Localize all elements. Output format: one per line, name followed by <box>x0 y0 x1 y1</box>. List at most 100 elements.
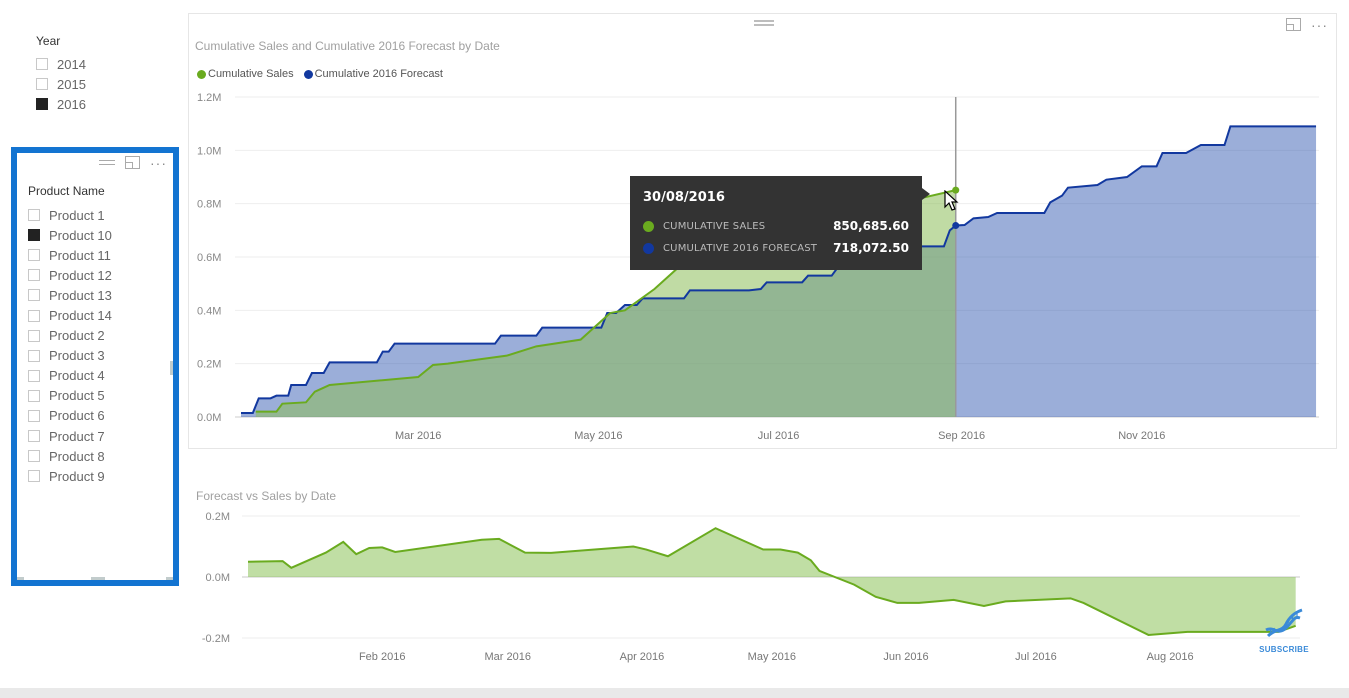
y-tick-label: 0.6M <box>197 252 221 264</box>
product-item-label: Product 12 <box>49 267 112 283</box>
checkbox[interactable] <box>28 329 40 342</box>
forecast-vs-sales-plot[interactable]: -0.2M 0.0M 0.2M Feb 2016 Mar 2016 Apr 2016 May… <box>188 482 1337 678</box>
y-tick-label: 0.8M <box>197 199 221 211</box>
product-item[interactable]: Product 5 <box>28 386 112 406</box>
tooltip-date: 30/08/2016 <box>643 190 725 205</box>
more-options-icon[interactable]: ··· <box>150 156 167 170</box>
y-tick-label: 0.0M <box>197 412 221 424</box>
year-item[interactable]: 2014 <box>36 54 156 74</box>
area-forecast-vs-sales <box>248 528 1296 635</box>
tooltip-row-sales: Cumulative Sales 850,685.60 <box>643 215 909 237</box>
x-tick-label: Apr 2016 <box>620 651 665 663</box>
checkbox[interactable] <box>28 369 40 382</box>
x-tick-label: Mar 2016 <box>485 651 531 663</box>
resize-handle-bottom-right[interactable] <box>166 577 173 580</box>
product-item-label: Product 4 <box>49 368 105 384</box>
x-tick-label: Feb 2016 <box>359 651 405 663</box>
year-item-label: 2014 <box>57 56 86 72</box>
product-item-label: Product 5 <box>49 388 105 404</box>
tooltip-marker <box>643 242 654 254</box>
subscribe-badge[interactable]: SUBSCRIBE <box>1256 606 1312 654</box>
product-item[interactable]: Product 12 <box>28 265 112 285</box>
product-item[interactable]: Product 3 <box>28 346 112 366</box>
product-item[interactable]: Product 11 <box>28 245 112 265</box>
tooltip-value: 850,685.60 <box>833 219 909 233</box>
product-item-label: Product 9 <box>49 468 105 484</box>
product-item[interactable]: Product 9 <box>28 466 112 486</box>
focus-mode-icon[interactable] <box>125 156 140 169</box>
checkbox[interactable] <box>36 58 48 70</box>
x-tick-label: Nov 2016 <box>1118 430 1165 442</box>
product-slicer-list: Product 1 Product 10 Product 11 Product 12 P… <box>28 205 112 486</box>
product-item-label: Product 6 <box>49 408 105 424</box>
page-bottom-bar <box>0 688 1349 698</box>
forecast-vs-sales-visual[interactable]: Forecast vs Sales by Date -0.2M 0.0M 0.2M F… <box>188 482 1337 678</box>
hover-marker <box>952 222 960 230</box>
mouse-cursor-icon <box>944 190 959 211</box>
resize-handle-bottom-left[interactable] <box>17 577 24 580</box>
year-slicer-list: 2014 2015 2016 <box>36 54 156 114</box>
product-slicer-title: Product Name <box>28 184 105 198</box>
drag-grip-icon[interactable] <box>99 160 115 165</box>
y-tick-label: -0.2M <box>202 633 230 645</box>
subscribe-label: SUBSCRIBE <box>1259 645 1309 654</box>
product-item[interactable]: Product 1 <box>28 205 112 225</box>
product-item-label: Product 2 <box>49 328 105 344</box>
checkbox[interactable] <box>28 269 40 282</box>
x-tick-label: Sep 2016 <box>938 430 985 442</box>
product-item[interactable]: Product 2 <box>28 326 112 346</box>
year-item-label: 2016 <box>57 96 86 112</box>
checkbox[interactable] <box>28 249 40 262</box>
dna-icon <box>1265 608 1303 638</box>
x-tick-label: May 2016 <box>574 430 622 442</box>
checkbox[interactable] <box>28 450 40 463</box>
checkbox[interactable] <box>36 98 48 110</box>
checkbox[interactable] <box>28 209 40 222</box>
checkbox[interactable] <box>28 289 40 302</box>
checkbox[interactable] <box>28 349 40 362</box>
tooltip-value: 718,072.50 <box>833 241 909 255</box>
product-item-label: Product 1 <box>49 207 105 223</box>
product-item-label: Product 14 <box>49 308 112 324</box>
checkbox[interactable] <box>28 309 40 322</box>
product-item-label: Product 7 <box>49 428 105 444</box>
report-canvas: Year 2014 2015 2016 ··· Product Name Produ… <box>0 0 1349 688</box>
product-item[interactable]: Product 7 <box>28 426 112 446</box>
product-item[interactable]: Product 6 <box>28 406 112 426</box>
product-item[interactable]: Product 8 <box>28 446 112 466</box>
checkbox[interactable] <box>28 229 40 242</box>
product-item[interactable]: Product 10 <box>28 225 112 245</box>
checkbox[interactable] <box>36 78 48 90</box>
year-item-label: 2015 <box>57 76 86 92</box>
y-tick-label: 0.0M <box>206 572 230 584</box>
x-tick-label: Jun 2016 <box>883 651 928 663</box>
chart-tooltip: 30/08/2016 Cumulative Sales 850,685.60 C… <box>630 176 930 270</box>
tooltip-row-forecast: Cumulative 2016 Forecast 718,072.50 <box>643 237 909 259</box>
x-tick-label: Jul 2016 <box>758 430 800 442</box>
resize-handle-bottom[interactable] <box>91 577 105 580</box>
product-item[interactable]: Product 13 <box>28 285 112 305</box>
year-slicer: Year 2014 2015 2016 <box>36 34 156 114</box>
product-item-label: Product 11 <box>49 247 111 263</box>
x-tick-label: Jul 2016 <box>1015 651 1057 663</box>
y-tick-label: 0.2M <box>197 359 221 371</box>
checkbox[interactable] <box>28 470 40 483</box>
product-item-label: Product 3 <box>49 348 105 364</box>
product-slicer-header: ··· <box>99 156 167 170</box>
product-item-label: Product 10 <box>49 227 112 243</box>
resize-handle-right[interactable] <box>170 361 173 375</box>
checkbox[interactable] <box>28 409 40 422</box>
y-tick-label: 0.2M <box>206 511 230 523</box>
product-item[interactable]: Product 14 <box>28 305 112 325</box>
x-tick-label: Aug 2016 <box>1147 651 1194 663</box>
y-tick-label: 1.2M <box>197 92 221 104</box>
product-item-label: Product 13 <box>49 287 112 303</box>
checkbox[interactable] <box>28 430 40 443</box>
y-tick-label: 1.0M <box>197 145 221 157</box>
checkbox[interactable] <box>28 389 40 402</box>
product-item[interactable]: Product 4 <box>28 366 112 386</box>
year-item[interactable]: 2015 <box>36 74 156 94</box>
x-tick-label: May 2016 <box>748 651 796 663</box>
product-slicer[interactable]: ··· Product Name Product 1 Product 10 Prod… <box>11 147 179 586</box>
year-item[interactable]: 2016 <box>36 94 156 114</box>
